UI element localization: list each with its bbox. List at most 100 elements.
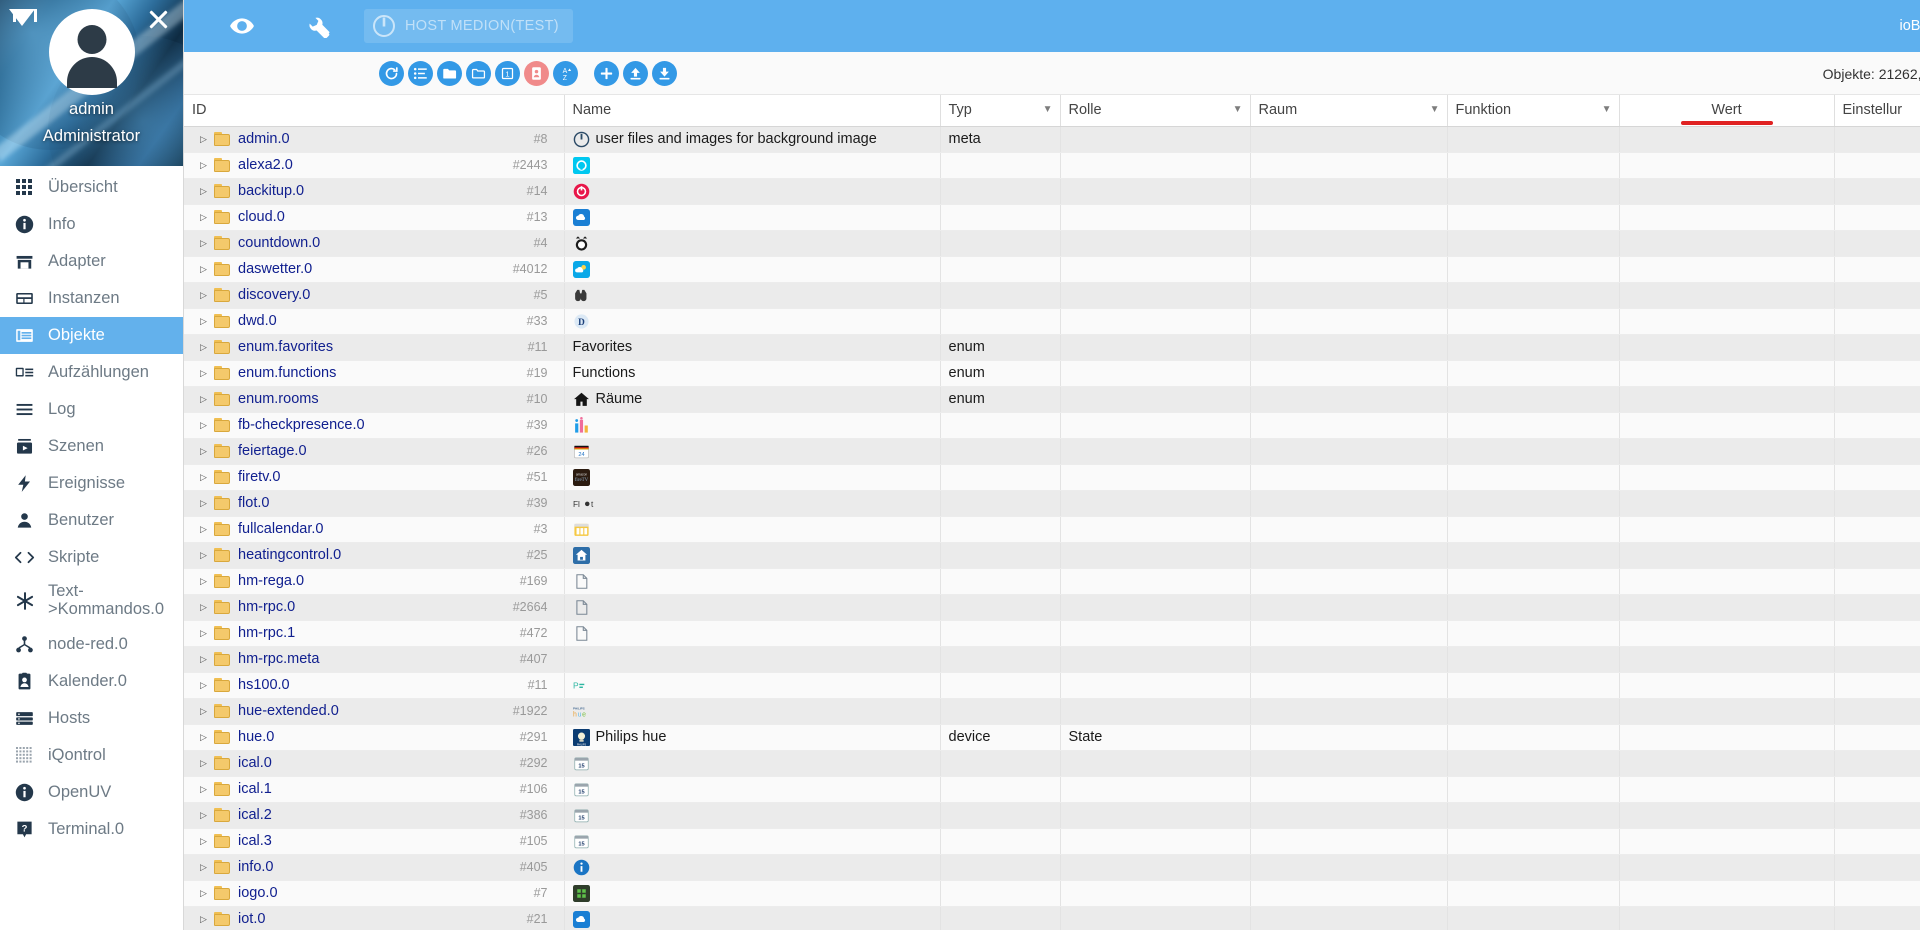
cell-id[interactable]: ▷ enum.functions #19 xyxy=(184,360,565,387)
eye-icon[interactable] xyxy=(224,8,260,44)
table-row[interactable]: ▷ ical.2 #386 15 xyxy=(184,802,1920,829)
expand-caret-icon[interactable]: ▷ xyxy=(200,914,214,925)
add-object-button[interactable] xyxy=(594,60,619,86)
cell-id[interactable]: ▷ iot.0 #21 xyxy=(184,906,565,930)
cell-id[interactable]: ▷ firetv.0 #51 xyxy=(184,464,565,491)
sidebar-item-openuv[interactable]: OpenUV xyxy=(0,774,183,811)
sidebar-item-info[interactable]: Info xyxy=(0,206,183,243)
object-id-label[interactable]: fb-checkpresence.0 xyxy=(238,417,527,433)
expand-caret-icon[interactable]: ▷ xyxy=(200,446,214,457)
object-id-label[interactable]: backitup.0 xyxy=(238,183,527,199)
object-id-label[interactable]: ical.3 xyxy=(238,833,520,849)
table-row[interactable]: ▷ discovery.0 #5 xyxy=(184,282,1920,309)
sidebar-item-iqontrol[interactable]: iQontrol xyxy=(0,737,183,774)
column-header-rolle[interactable]: Rolle ▼ xyxy=(1060,95,1251,127)
expand-caret-icon[interactable]: ▷ xyxy=(200,498,214,509)
column-header-einst[interactable]: Einstellur▼ xyxy=(1834,95,1920,127)
expand-caret-icon[interactable]: ▷ xyxy=(200,290,214,301)
table-row[interactable]: ▷ dwd.0 #33 D xyxy=(184,308,1920,335)
object-id-label[interactable]: fullcalendar.0 xyxy=(238,521,534,537)
cell-id[interactable]: ▷ ical.3 #105 xyxy=(184,828,565,855)
sidebar-item-adapter[interactable]: Adapter xyxy=(0,243,183,280)
object-id-label[interactable]: ical.1 xyxy=(238,781,520,797)
cell-id[interactable]: ▷ feiertage.0 #26 xyxy=(184,438,565,465)
object-id-label[interactable]: iogo.0 xyxy=(238,885,534,901)
level-one-button[interactable]: 1 xyxy=(495,60,520,86)
cell-id[interactable]: ▷ daswetter.0 #4012 xyxy=(184,256,565,283)
cell-id[interactable]: ▷ ical.0 #292 xyxy=(184,750,565,777)
object-id-label[interactable]: feiertage.0 xyxy=(238,443,527,459)
object-id-label[interactable]: info.0 xyxy=(238,859,520,875)
expand-caret-icon[interactable]: ▷ xyxy=(200,212,214,223)
expand-caret-icon[interactable]: ▷ xyxy=(200,316,214,327)
cell-id[interactable]: ▷ hm-rpc.0 #2664 xyxy=(184,594,565,621)
object-id-label[interactable]: alexa2.0 xyxy=(238,157,513,173)
close-icon[interactable] xyxy=(145,6,171,32)
column-header-name[interactable]: Name xyxy=(564,95,941,127)
expand-caret-icon[interactable]: ▷ xyxy=(200,862,214,873)
object-id-label[interactable]: enum.functions xyxy=(238,365,527,381)
sidebar-item-scenes[interactable]: Szenen xyxy=(0,428,183,465)
expand-caret-icon[interactable]: ▷ xyxy=(200,368,214,379)
table-row[interactable]: ▷ hm-rega.0 #169 xyxy=(184,568,1920,595)
expand-all-button[interactable] xyxy=(437,60,462,86)
cell-id[interactable]: ▷ hm-rega.0 #169 xyxy=(184,568,565,595)
expand-caret-icon[interactable]: ▷ xyxy=(200,576,214,587)
wrench-icon[interactable] xyxy=(302,8,338,44)
expand-caret-icon[interactable]: ▷ xyxy=(200,160,214,171)
sidebar-item-kalender[interactable]: Kalender.0 xyxy=(0,663,183,700)
chevron-down-icon[interactable]: ▼ xyxy=(1043,104,1053,115)
table-row[interactable]: ▷ fullcalendar.0 #3 xyxy=(184,516,1920,543)
object-id-label[interactable]: cloud.0 xyxy=(238,209,527,225)
object-id-label[interactable]: firetv.0 xyxy=(238,469,527,485)
sidebar-item-events[interactable]: Ereignisse xyxy=(0,465,183,502)
table-row[interactable]: ▷ hm-rpc.0 #2664 xyxy=(184,594,1920,621)
object-id-label[interactable]: heatingcontrol.0 xyxy=(238,547,527,563)
column-header-wert[interactable]: Wert xyxy=(1619,95,1835,127)
cell-id[interactable]: ▷ fb-checkpresence.0 #39 xyxy=(184,412,565,439)
object-id-label[interactable]: enum.rooms xyxy=(238,391,527,407)
cell-id[interactable]: ▷ flot.0 #39 xyxy=(184,490,565,517)
table-row[interactable]: ▷ ical.1 #106 15 xyxy=(184,776,1920,803)
column-header-id[interactable]: ID xyxy=(184,95,565,127)
cell-id[interactable]: ▷ backitup.0 #14 xyxy=(184,178,565,205)
objects-table-container[interactable]: ID Name Typ ▼ Rolle ▼ Raum ▼ Funktion ▼ Wert Einste… xyxy=(184,95,1920,930)
table-row[interactable]: ▷ firetv.0 #51 amazon fireTV xyxy=(184,464,1920,491)
sidebar-item-terminal[interactable]: ? Terminal.0 xyxy=(0,811,183,848)
contacts-button[interactable] xyxy=(524,60,549,86)
chevron-down-icon[interactable]: ▼ xyxy=(1602,104,1612,115)
object-id-label[interactable]: ical.2 xyxy=(238,807,520,823)
table-row[interactable]: ▷ iogo.0 #7 xyxy=(184,880,1920,907)
table-row[interactable]: ▷ enum.rooms #10 Räume enum xyxy=(184,386,1920,413)
table-row[interactable]: ▷ countdown.0 #4 xyxy=(184,230,1920,257)
object-id-label[interactable]: countdown.0 xyxy=(238,235,534,251)
table-row[interactable]: ▷ hm-rpc.meta #407 xyxy=(184,646,1920,673)
table-row[interactable]: ▷ ical.0 #292 15 xyxy=(184,750,1920,777)
expand-caret-icon[interactable]: ▷ xyxy=(200,134,214,145)
object-id-label[interactable]: hm-rpc.0 xyxy=(238,599,513,615)
cell-id[interactable]: ▷ dwd.0 #33 xyxy=(184,308,565,335)
table-row[interactable]: ▷ enum.favorites #11 Favorites enum xyxy=(184,334,1920,361)
sidebar-item-overview[interactable]: Übersicht xyxy=(0,169,183,206)
cell-id[interactable]: ▷ discovery.0 #5 xyxy=(184,282,565,309)
sidebar-item-node-red[interactable]: node-red.0 xyxy=(0,626,183,663)
expand-caret-icon[interactable]: ▷ xyxy=(200,758,214,769)
object-id-label[interactable]: hm-rpc.meta xyxy=(238,651,520,667)
column-header-raum[interactable]: Raum ▼ xyxy=(1250,95,1448,127)
cell-id[interactable]: ▷ ical.2 #386 xyxy=(184,802,565,829)
refresh-button[interactable] xyxy=(379,60,404,86)
table-row[interactable]: ▷ admin.0 #8 user files and images for back… xyxy=(184,126,1920,153)
expand-caret-icon[interactable]: ▷ xyxy=(200,732,214,743)
cell-id[interactable]: ▷ enum.rooms #10 xyxy=(184,386,565,413)
host-selector[interactable]: HOST MEDION(TEST) xyxy=(364,9,573,43)
object-id-label[interactable]: daswetter.0 xyxy=(238,261,513,277)
table-row[interactable]: ▷ hs100.0 #11 P xyxy=(184,672,1920,699)
expand-caret-icon[interactable]: ▷ xyxy=(200,836,214,847)
cell-id[interactable]: ▷ cloud.0 #13 xyxy=(184,204,565,231)
collapse-all-button[interactable] xyxy=(466,60,491,86)
expand-caret-icon[interactable]: ▷ xyxy=(200,524,214,535)
object-id-label[interactable]: flot.0 xyxy=(238,495,527,511)
cell-id[interactable]: ▷ hm-rpc.meta #407 xyxy=(184,646,565,673)
object-id-label[interactable]: dwd.0 xyxy=(238,313,527,329)
cell-id[interactable]: ▷ admin.0 #8 xyxy=(184,126,565,153)
